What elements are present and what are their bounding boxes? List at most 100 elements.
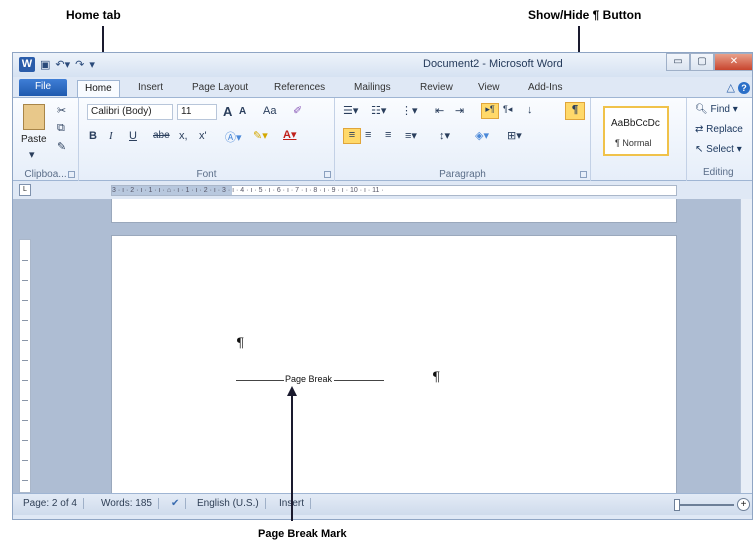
paragraph-group: ☰▾ ☷▾ ⋮▾ ⇤ ⇥ ▸¶ ¶◂ ↓ ¶ ≡ ≡ ≡ ≡▾ ↕▾ ◈▾ ⊞▾…	[335, 98, 591, 182]
style-preview-text: AaBbCcDc	[611, 118, 660, 129]
highlight-color-icon[interactable]: ✎▾	[253, 129, 268, 142]
align-left-icon[interactable]: ≡	[343, 128, 361, 144]
normal-style-tile[interactable]: AaBbCcDc ¶ Normal	[603, 106, 669, 156]
style-name-text: ¶ Normal	[615, 138, 652, 148]
superscript-button[interactable]: x'	[199, 130, 207, 142]
shrink-font-button[interactable]: A	[239, 106, 246, 117]
ltr-icon[interactable]: ▸¶	[481, 103, 499, 119]
sort-button[interactable]: ↓	[527, 104, 533, 116]
minimize-button[interactable]: ▭	[666, 53, 690, 71]
clear-formatting-icon[interactable]: ✐	[293, 104, 302, 117]
shading-icon[interactable]: ◈▾	[475, 129, 489, 142]
vertical-ruler[interactable]	[19, 239, 31, 493]
grow-font-button[interactable]: A	[223, 104, 232, 119]
decrease-indent-icon[interactable]: ⇤	[435, 104, 444, 117]
zoom-slider-knob[interactable]	[674, 498, 680, 511]
tab-mailings[interactable]: Mailings	[347, 80, 398, 97]
ribbon-controls: △ ?	[726, 81, 750, 94]
tab-home[interactable]: Home	[77, 80, 120, 97]
bold-button[interactable]: B	[89, 130, 97, 142]
find-label: Find	[710, 104, 730, 115]
proofing-icon[interactable]: ✔	[165, 498, 187, 509]
undo-icon[interactable]: ↶▾	[55, 58, 70, 71]
find-icon: 🔍︎	[695, 104, 708, 115]
rtl-icon[interactable]: ¶◂	[503, 104, 512, 115]
bullets-icon[interactable]: ☰▾	[343, 104, 358, 117]
page-count[interactable]: Page: 2 of 4	[17, 498, 84, 509]
paragraph-mark: ¶	[236, 336, 245, 351]
font-group-label: Font	[196, 169, 217, 180]
paragraph-launcher-icon[interactable]	[580, 171, 587, 178]
zoom-in-button[interactable]: +	[737, 498, 750, 511]
cut-icon[interactable]: ✂	[57, 104, 66, 117]
font-size-select[interactable]: 11	[177, 104, 217, 120]
underline-button[interactable]: U	[129, 130, 137, 142]
find-button[interactable]: 🔍︎ Find ▾	[695, 104, 738, 115]
increase-indent-icon[interactable]: ⇥	[455, 104, 464, 117]
tab-insert[interactable]: Insert	[131, 80, 170, 97]
tab-selector-button[interactable]: L	[19, 184, 31, 196]
italic-button[interactable]: I	[109, 130, 113, 142]
justify-icon[interactable]: ≡▾	[405, 129, 417, 142]
ruler-row: L 3 · ı · 2 · ı · 1 · ı · ⌂ · ı · 1 · ı …	[13, 181, 752, 199]
font-launcher-icon[interactable]	[324, 171, 331, 178]
clipboard-group: Paste ▾ ✂ ⧉ ✎ Clipboa...	[13, 98, 79, 182]
page-break-line-left	[236, 380, 284, 381]
select-label: Select	[706, 144, 734, 155]
text-effects-icon[interactable]: Ⓐ▾	[225, 129, 242, 145]
select-icon: ↖	[695, 144, 704, 155]
word-window: W ▣ ↶▾ ↷ ▾ Document2 - Microsoft Word ▭ …	[12, 52, 753, 520]
line-spacing-icon[interactable]: ↕▾	[439, 129, 450, 142]
replace-label: Replace	[706, 124, 743, 135]
tab-page-layout[interactable]: Page Layout	[185, 80, 255, 97]
save-icon[interactable]: ▣	[40, 58, 50, 71]
font-name-select[interactable]: Calibri (Body)	[87, 104, 173, 120]
copy-icon[interactable]: ⧉	[57, 122, 65, 135]
help-icon[interactable]: ?	[738, 82, 750, 94]
maximize-button[interactable]: ▢	[690, 53, 714, 71]
tab-file[interactable]: File	[19, 79, 67, 96]
ribbon: Paste ▾ ✂ ⧉ ✎ Clipboa... Calibri (Body) …	[13, 97, 752, 182]
page-break-mark: Page Break	[236, 374, 384, 386]
minimize-ribbon-icon[interactable]: △	[726, 82, 734, 94]
multilevel-list-icon[interactable]: ⋮▾	[401, 104, 418, 117]
page-break-line-right	[334, 380, 384, 381]
customize-qat-icon[interactable]: ▾	[89, 58, 95, 71]
paste-dropdown-icon[interactable]: ▾	[29, 148, 35, 161]
format-painter-icon[interactable]: ✎	[57, 140, 66, 153]
tab-review[interactable]: Review	[413, 80, 460, 97]
zoom-control: +	[674, 498, 750, 511]
paste-button[interactable]: Paste	[21, 134, 47, 145]
vertical-scrollbar[interactable]	[740, 199, 752, 493]
word-logo-icon[interactable]: W	[19, 57, 35, 72]
document-page[interactable]: ¶ Page Break ¶	[111, 235, 677, 495]
redo-icon[interactable]: ↷	[75, 58, 84, 71]
strikethrough-button[interactable]: abe	[153, 130, 170, 141]
tab-references[interactable]: References	[267, 80, 332, 97]
quick-access-toolbar: W ▣ ↶▾ ↷ ▾	[19, 57, 95, 72]
word-count[interactable]: Words: 185	[95, 498, 159, 509]
clipboard-launcher-icon[interactable]	[68, 171, 75, 178]
language-indicator[interactable]: English (U.S.)	[191, 498, 266, 509]
select-button[interactable]: ↖ Select ▾	[695, 144, 742, 155]
show-hide-callout: Show/Hide ¶ Button	[528, 8, 642, 22]
replace-button[interactable]: ⇄ Replace	[695, 124, 743, 135]
window-controls: ▭ ▢ ✕	[666, 53, 752, 71]
paste-icon[interactable]	[23, 104, 45, 130]
tab-view[interactable]: View	[471, 80, 507, 97]
status-bar: Page: 2 of 4 Words: 185 ✔ English (U.S.)…	[13, 493, 752, 515]
tab-addins[interactable]: Add-Ins	[521, 80, 569, 97]
horizontal-ruler[interactable]: 3 · ı · 2 · ı · 1 · ı · ⌂ · ı · 1 · ı · …	[111, 185, 677, 196]
show-hide-button[interactable]: ¶	[565, 102, 585, 120]
font-color-icon[interactable]: A▾	[283, 128, 296, 141]
zoom-slider[interactable]	[674, 498, 734, 511]
align-center-icon[interactable]: ≡	[365, 129, 371, 141]
borders-icon[interactable]: ⊞▾	[507, 129, 522, 142]
window-title: Document2 - Microsoft Word	[423, 58, 563, 70]
ribbon-tabs: File Home Insert Page Layout References …	[13, 77, 752, 97]
close-button[interactable]: ✕	[714, 53, 752, 71]
align-right-icon[interactable]: ≡	[385, 129, 391, 141]
change-case-button[interactable]: Aa	[263, 105, 276, 117]
subscript-button[interactable]: x,	[179, 130, 188, 142]
numbering-icon[interactable]: ☷▾	[371, 104, 386, 117]
